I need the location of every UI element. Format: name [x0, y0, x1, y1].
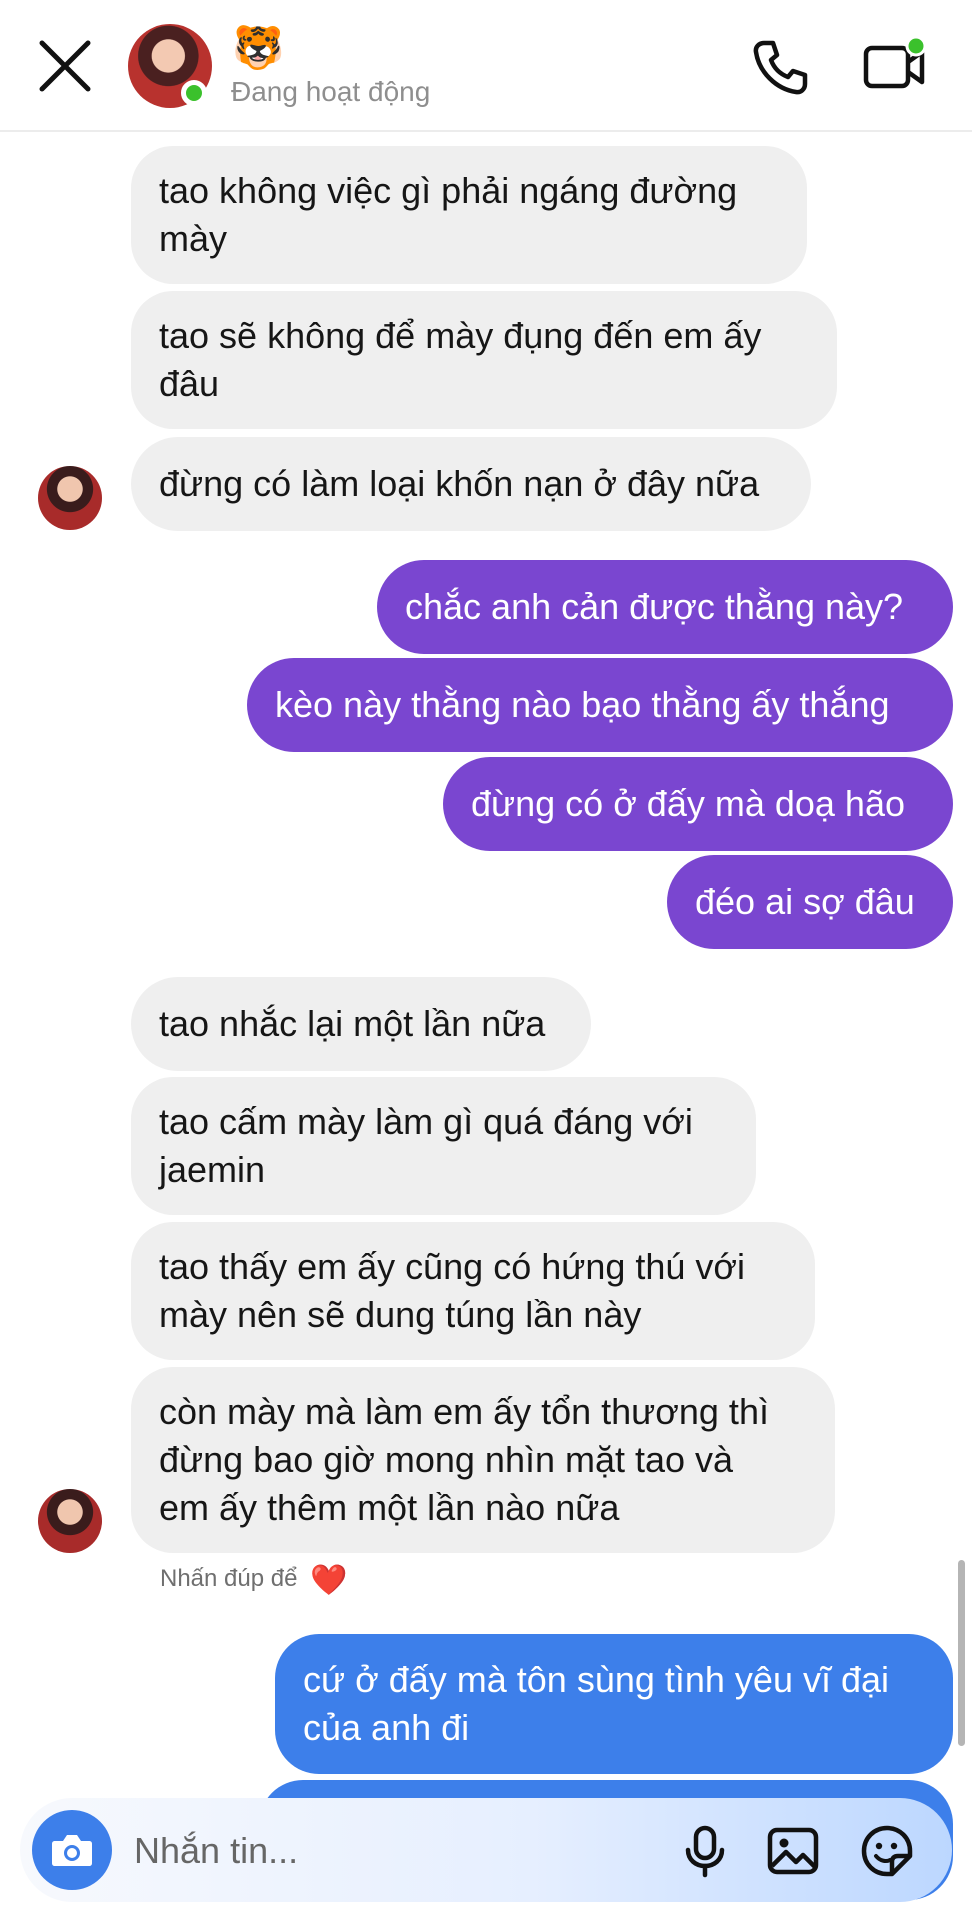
close-icon[interactable]	[34, 35, 96, 97]
video-call-icon[interactable]	[862, 34, 928, 100]
message-bubble-sent[interactable]: đừng có ở đấy mà doạ hão	[443, 757, 953, 851]
message-bubble-sent[interactable]: kèo này thằng nào bạo thằng ấy thắng	[247, 658, 953, 752]
heart-icon[interactable]: ❤️	[310, 1563, 347, 1598]
phone-icon[interactable]	[748, 36, 812, 100]
message-composer	[20, 1798, 952, 1902]
message-bubble-sent[interactable]: chắc anh cản được thằng này?	[377, 560, 953, 654]
microphone-icon[interactable]	[678, 1824, 732, 1878]
chat-header: 🐯 Đang hoạt động	[0, 0, 972, 132]
sticker-icon[interactable]	[860, 1824, 914, 1878]
camera-icon	[52, 1835, 92, 1866]
message-bubble-received[interactable]: tao không việc gì phải ngáng đường mày	[131, 146, 807, 284]
message-bubble-received[interactable]: tao sẽ không để mày đụng đến em ấy đâu	[131, 291, 837, 429]
message-bubble-received[interactable]: tao cấm mày làm gì quá đáng với jaemin	[131, 1077, 756, 1215]
message-bubble-received[interactable]: tao nhắc lại một lần nữa	[131, 977, 591, 1071]
sender-avatar[interactable]	[38, 466, 102, 530]
sender-avatar[interactable]	[38, 1489, 102, 1553]
message-bubble-received[interactable]: còn mày mà làm em ấy tổn thương thì đừng…	[131, 1367, 835, 1553]
message-bubble-sent[interactable]: đéo ai sợ đâu	[667, 855, 953, 949]
reaction-hint-label: Nhấn đúp để	[160, 1565, 298, 1592]
camera-button[interactable]	[32, 1810, 112, 1890]
active-status: Đang hoạt động	[231, 76, 431, 107]
message-bubble-received[interactable]: tao thấy em ấy cũng có hứng thú với mày …	[131, 1222, 815, 1360]
message-input[interactable]	[132, 1820, 576, 1882]
message-bubble-received[interactable]: đừng có làm loại khốn nạn ở đây nữa	[131, 437, 811, 531]
online-indicator	[181, 80, 207, 106]
message-bubble-sent[interactable]: cứ ở đấy mà tôn sùng tình yêu vĩ đại của…	[275, 1634, 953, 1774]
gallery-icon[interactable]	[766, 1824, 820, 1878]
reaction-hint: Nhấn đúp để ❤️	[160, 1563, 347, 1598]
contact-name-emoji[interactable]: 🐯	[232, 24, 284, 72]
scrollbar[interactable]	[958, 1560, 965, 1746]
